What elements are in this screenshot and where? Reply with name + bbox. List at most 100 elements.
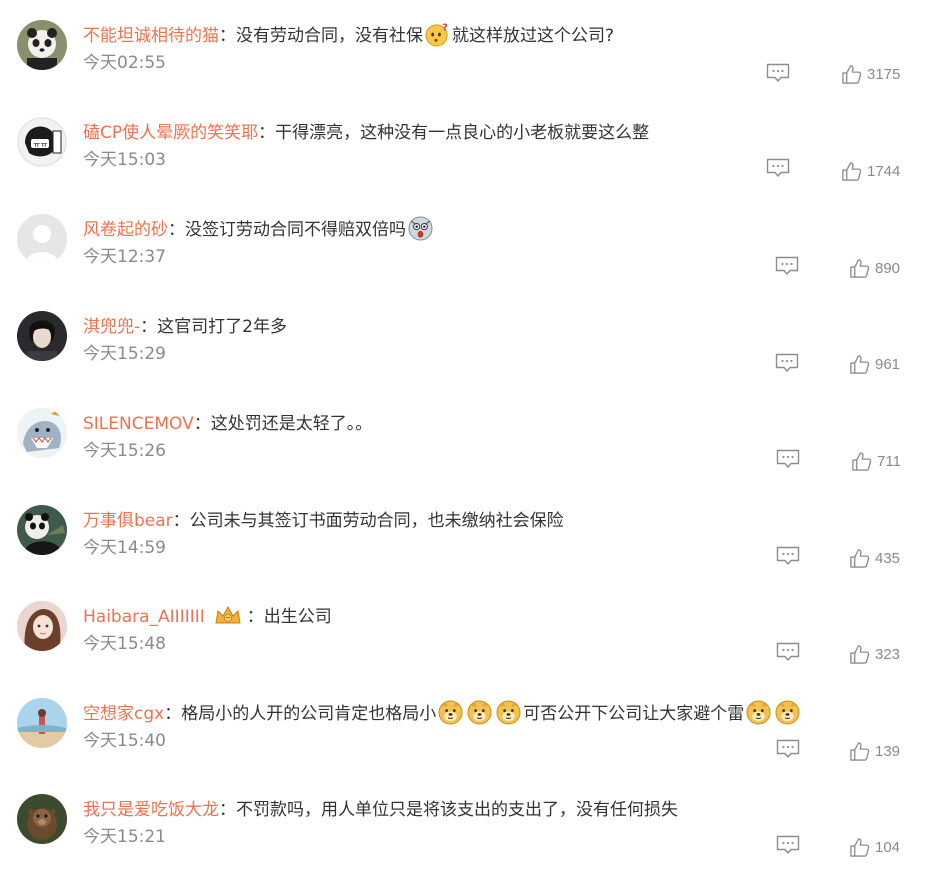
- doge-emoji-icon: [438, 700, 463, 725]
- like-button[interactable]: 139: [849, 740, 900, 762]
- comment-icon[interactable]: [775, 353, 799, 373]
- thumbs-up-icon: [851, 451, 872, 472]
- doubt-emoji-icon: [425, 22, 450, 47]
- avatar[interactable]: [17, 601, 67, 651]
- comment-text: 就这样放过这个公司?: [452, 26, 615, 46]
- avatar[interactable]: ㅠㅠ: [17, 117, 67, 167]
- thumbs-up-icon: [849, 741, 870, 762]
- comment-icon[interactable]: [776, 642, 800, 662]
- comment-item: 淇兜兜-：这官司打了2年多 今天15:29 961: [0, 311, 946, 407]
- username-link[interactable]: Haibara_AIIIIIII: [83, 607, 205, 627]
- comment-content: 淇兜兜-：这官司打了2年多: [83, 311, 287, 343]
- avatar[interactable]: [17, 20, 67, 70]
- svg-text:ㅠㅠ: ㅠㅠ: [33, 140, 48, 149]
- colon: ：: [140, 317, 158, 337]
- username-link[interactable]: 万事俱bear: [83, 511, 173, 531]
- shocked-emoji-icon: [408, 216, 433, 241]
- like-count: 139: [875, 742, 901, 760]
- comment-time: 今天15:03: [83, 150, 166, 170]
- like-count: 961: [875, 355, 901, 373]
- comment-item: 万事俱bear：公司未与其签订书面劳动合同，也未缴纳社会保险 今天14:59 4…: [0, 505, 946, 601]
- doge-emoji-icon: [775, 700, 800, 725]
- comment-text: 格局小的人开的公司肯定也格局小: [181, 704, 437, 724]
- comment-icon[interactable]: [766, 63, 790, 83]
- like-button[interactable]: 711: [851, 450, 901, 472]
- username-link[interactable]: 我只是爱吃饭大龙: [83, 800, 219, 820]
- like-count: 711: [877, 452, 901, 470]
- comment-time: 今天15:21: [83, 827, 166, 847]
- thumbs-up-icon: [849, 644, 870, 665]
- thumbs-up-icon: [849, 837, 870, 858]
- comment-icon[interactable]: [776, 739, 800, 759]
- comment-content: 空想家cgx：格局小的人开的公司肯定也格局小 可否公开下公司让大家避个雷: [83, 698, 802, 730]
- comment-text: 没有劳动合同，没有社保: [236, 26, 423, 46]
- comment-text: 可否公开下公司让大家避个雷: [523, 704, 745, 724]
- comment-content: 不能坦诚相待的猫：没有劳动合同，没有社保 就这样放过这个公司?: [83, 20, 614, 52]
- avatar[interactable]: [17, 505, 67, 555]
- username-link[interactable]: 磕CP使人晕厥的笑笑耶: [83, 123, 258, 143]
- comment-icon[interactable]: [766, 158, 790, 178]
- comment-content: Haibara_AIIIIIII ：出生公司: [83, 601, 332, 633]
- colon: ：: [219, 26, 236, 46]
- comment-item: Haibara_AIIIIIII ：出生公司 今天15:48 323: [0, 601, 946, 697]
- thumbs-up-icon: [841, 161, 862, 182]
- comment-item: SILENCEMOV：这处罚还是太轻了。。 今天15:26 711: [0, 408, 946, 504]
- avatar[interactable]: [17, 311, 67, 361]
- doge-emoji-icon: [467, 700, 492, 725]
- comment-time: 今天15:26: [83, 441, 166, 461]
- comment-text: 这处罚还是太轻了。。: [210, 414, 373, 434]
- comment-icon[interactable]: [776, 546, 800, 566]
- colon: ：: [219, 800, 236, 820]
- like-button[interactable]: 890: [849, 257, 900, 279]
- comment-time: 今天02:55: [83, 53, 166, 73]
- colon: ：: [164, 704, 182, 724]
- comment-icon[interactable]: [775, 256, 799, 276]
- comment-time: 今天15:29: [83, 344, 166, 364]
- comment-text: 出生公司: [263, 607, 332, 627]
- comment-time: 今天15:40: [83, 731, 166, 751]
- username-link[interactable]: 不能坦诚相待的猫: [83, 26, 219, 46]
- comment-item: 不能坦诚相待的猫：没有劳动合同，没有社保 就这样放过这个公司? 今天02:55 3…: [0, 20, 946, 116]
- comment-content: 我只是爱吃饭大龙：不罚款吗，用人单位只是将该支出的支出了，没有任何损失: [83, 794, 678, 826]
- comment-text: 公司未与其签订书面劳动合同，也未缴纳社会保险: [189, 511, 564, 531]
- comment-icon[interactable]: [776, 449, 800, 469]
- thumbs-up-icon: [849, 548, 870, 569]
- comment-item: ㅠㅠ 磕CP使人晕厥的笑笑耶：干得漂亮，这种没有一点良心的小老板就要这么整 今天…: [0, 117, 946, 213]
- like-button[interactable]: 104: [849, 836, 900, 858]
- like-button[interactable]: 3175: [841, 63, 900, 85]
- username-link[interactable]: SILENCEMOV: [83, 414, 194, 434]
- comment-text: 没签订劳动合同不得赔双倍吗: [185, 220, 406, 240]
- like-button[interactable]: 961: [849, 353, 900, 375]
- thumbs-up-icon: [849, 354, 870, 375]
- comment-content: 风卷起的砂：没签订劳动合同不得赔双倍吗: [83, 214, 435, 246]
- comment-item: 空想家cgx：格局小的人开的公司肯定也格局小 可否公开下公司让大家避个雷 今天15…: [0, 698, 946, 794]
- colon: ：: [168, 220, 185, 240]
- username-link[interactable]: 空想家cgx: [83, 704, 164, 724]
- avatar[interactable]: [17, 698, 67, 748]
- like-count: 1744: [867, 162, 901, 180]
- comment-icon[interactable]: [776, 835, 800, 855]
- username-link[interactable]: 风卷起的砂: [83, 220, 168, 240]
- like-count: 104: [875, 838, 901, 856]
- like-count: 3175: [867, 65, 901, 83]
- comment-time: 今天15:48: [83, 634, 166, 654]
- comment-text: 不罚款吗，用人单位只是将该支出的支出了，没有任何损失: [236, 800, 678, 820]
- thumbs-up-icon: [849, 258, 870, 279]
- doge-emoji-icon: [496, 700, 521, 725]
- colon: ：: [193, 414, 211, 434]
- avatar[interactable]: [17, 408, 67, 458]
- comment-content: 磕CP使人晕厥的笑笑耶：干得漂亮，这种没有一点良心的小老板就要这么整: [83, 117, 649, 149]
- username-link[interactable]: 淇兜兜-: [83, 317, 140, 337]
- colon: ：: [246, 607, 264, 627]
- crown-badge-icon: [213, 603, 243, 627]
- like-button[interactable]: 323: [849, 643, 900, 665]
- thumbs-up-icon: [841, 64, 862, 85]
- comment-item: 风卷起的砂：没签订劳动合同不得赔双倍吗 今天12:37 890: [0, 214, 946, 310]
- avatar[interactable]: [17, 214, 67, 264]
- avatar[interactable]: [17, 794, 67, 844]
- comment-text: 这官司打了2年多: [157, 317, 287, 337]
- colon: ：: [172, 511, 190, 531]
- like-button[interactable]: 1744: [841, 160, 900, 182]
- like-button[interactable]: 435: [849, 547, 900, 569]
- like-count: 890: [875, 259, 901, 277]
